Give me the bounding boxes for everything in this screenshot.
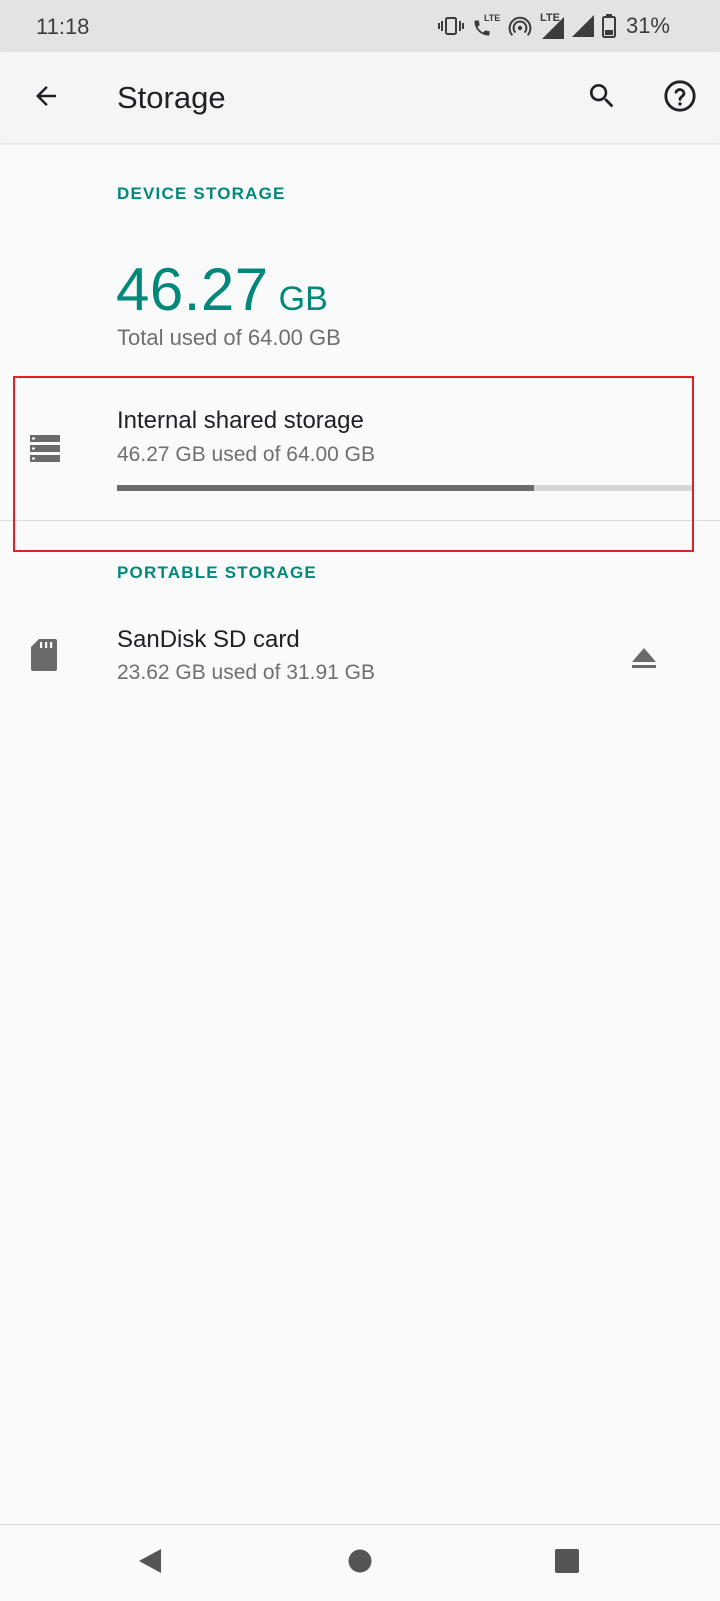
- search-icon: [586, 80, 618, 117]
- sd-card-icon: [30, 638, 58, 677]
- lte-call-icon: LTE: [472, 13, 500, 39]
- battery-percent: 31%: [625, 13, 670, 38]
- nav-home-icon: [347, 1548, 373, 1579]
- vibrate-icon: [437, 15, 464, 37]
- navigation-bar: [0, 1524, 720, 1601]
- device-storage-header: DEVICE STORAGE: [117, 184, 286, 203]
- sd-card-item[interactable]: SanDisk SD card 23.62 GB used of 31.91 G…: [0, 600, 720, 710]
- page-title: Storage: [117, 80, 226, 115]
- internal-storage-progress-fill: [117, 485, 535, 491]
- status-icons: LTE LTE 31%: [437, 12, 670, 40]
- nav-recents-button[interactable]: [543, 1539, 591, 1587]
- internal-storage-usage: 46.27 GB used of 64.00 GB: [117, 443, 376, 466]
- total-used-value: 46.27: [116, 256, 269, 323]
- battery-icon: [601, 14, 616, 38]
- sd-card-title: SanDisk SD card: [117, 626, 300, 653]
- sd-card-usage: 23.62 GB used of 31.91 GB: [117, 661, 376, 684]
- help-button[interactable]: [656, 74, 704, 122]
- signal-lte-icon: LTE: [540, 12, 564, 39]
- arrow-back-icon: [31, 81, 61, 116]
- lte-call-label: LTE: [483, 13, 501, 23]
- eject-button[interactable]: [620, 636, 668, 684]
- internal-storage-item[interactable]: Internal shared storage 46.27 GB used of…: [0, 380, 720, 520]
- signal-icon: [571, 15, 594, 37]
- total-used-summary: 46.27 GB: [116, 255, 328, 324]
- eject-icon: [631, 646, 657, 675]
- back-button[interactable]: [22, 74, 70, 122]
- nav-back-button[interactable]: [126, 1539, 174, 1587]
- total-used-caption: Total used of 64.00 GB: [117, 325, 341, 350]
- status-time: 11:18: [36, 14, 90, 39]
- hotspot-icon: [508, 14, 532, 38]
- internal-storage-title: Internal shared storage: [117, 407, 364, 434]
- section-divider: [0, 520, 720, 521]
- portable-storage-header: PORTABLE STORAGE: [117, 563, 317, 582]
- toolbar: Storage: [0, 52, 720, 143]
- search-button[interactable]: [578, 74, 626, 122]
- total-used-unit: GB: [278, 280, 328, 318]
- nav-recents-icon: [554, 1548, 580, 1579]
- status-bar: 11:18 LTE LTE 31%: [0, 0, 720, 52]
- nav-home-button[interactable]: [336, 1539, 384, 1587]
- internal-storage-progress-bar: [117, 485, 694, 491]
- storage-list-icon: [30, 435, 60, 468]
- nav-back-icon: [137, 1547, 163, 1580]
- help-icon: [663, 79, 697, 118]
